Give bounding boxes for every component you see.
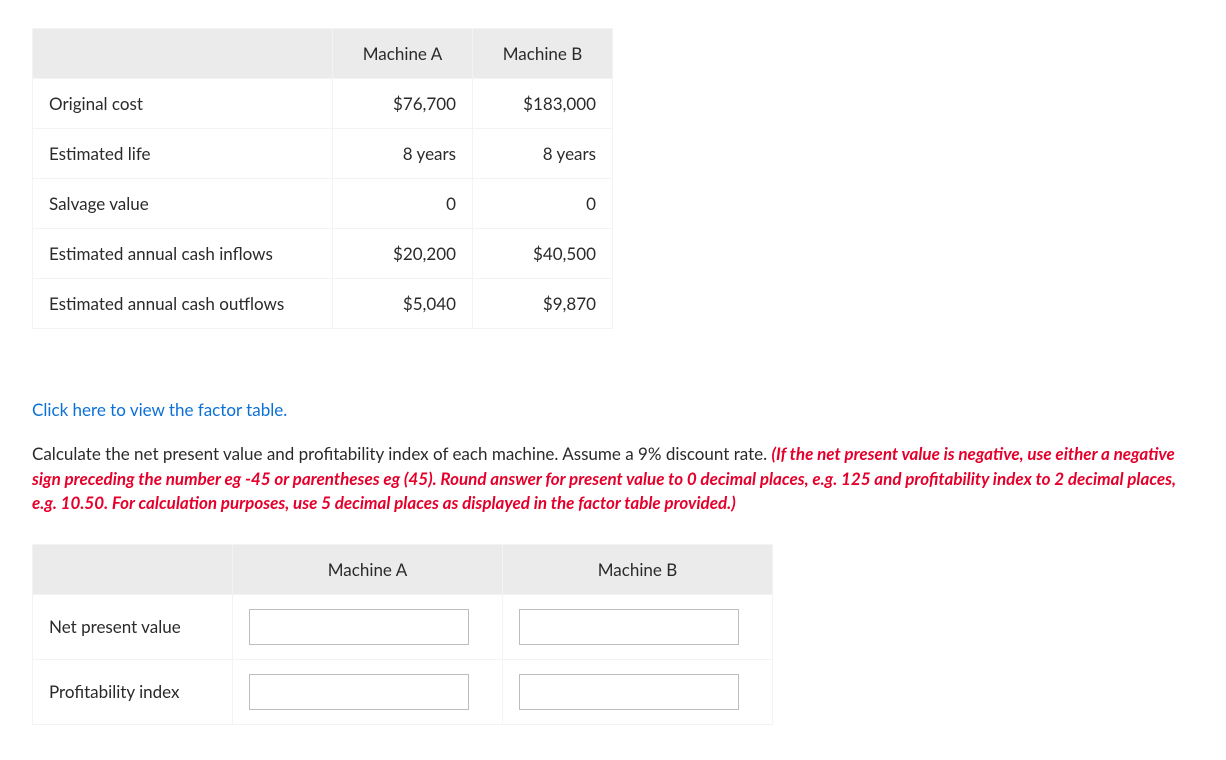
- cell-value: 0: [333, 179, 473, 229]
- row-label-pi: Profitability index: [33, 659, 233, 724]
- row-label: Original cost: [33, 79, 333, 129]
- cell-value: 8 years: [473, 129, 613, 179]
- table-row: Profitability index: [33, 659, 773, 724]
- machine-data-table: Machine A Machine B Original cost $76,70…: [32, 28, 613, 329]
- table-row: Estimated annual cash outflows $5,040 $9…: [33, 279, 613, 329]
- pi-machine-a-input[interactable]: [249, 674, 469, 710]
- cell-value: $40,500: [473, 229, 613, 279]
- cell-value: $9,870: [473, 279, 613, 329]
- answer-cell: [233, 594, 503, 659]
- answer-cell: [503, 659, 773, 724]
- answer-table: Machine A Machine B Net present value Pr…: [32, 544, 773, 725]
- row-label: Estimated annual cash outflows: [33, 279, 333, 329]
- table-row: Salvage value 0 0: [33, 179, 613, 229]
- row-label: Estimated annual cash inflows: [33, 229, 333, 279]
- table-row: Estimated annual cash inflows $20,200 $4…: [33, 229, 613, 279]
- blank-header: [33, 544, 233, 594]
- cell-value: $20,200: [333, 229, 473, 279]
- factor-table-link[interactable]: Click here to view the factor table.: [32, 399, 287, 420]
- blank-header: [33, 29, 333, 79]
- row-label: Salvage value: [33, 179, 333, 229]
- cell-value: $5,040: [333, 279, 473, 329]
- cell-value: 0: [473, 179, 613, 229]
- col-header-machine-a: Machine A: [333, 29, 473, 79]
- cell-value: $183,000: [473, 79, 613, 129]
- answer-col-header-machine-a: Machine A: [233, 544, 503, 594]
- table-row: Original cost $76,700 $183,000: [33, 79, 613, 129]
- answer-col-header-machine-b: Machine B: [503, 544, 773, 594]
- row-label-npv: Net present value: [33, 594, 233, 659]
- pi-machine-b-input[interactable]: [519, 674, 739, 710]
- factor-table-link-line: Click here to view the factor table.: [32, 399, 1194, 420]
- row-label: Estimated life: [33, 129, 333, 179]
- cell-value: 8 years: [333, 129, 473, 179]
- instruction-plain: Calculate the net present value and prof…: [32, 443, 772, 464]
- npv-machine-a-input[interactable]: [249, 609, 469, 645]
- table-row: Net present value: [33, 594, 773, 659]
- cell-value: $76,700: [333, 79, 473, 129]
- table-row: Estimated life 8 years 8 years: [33, 129, 613, 179]
- col-header-machine-b: Machine B: [473, 29, 613, 79]
- answer-cell: [503, 594, 773, 659]
- instruction-text: Calculate the net present value and prof…: [32, 442, 1192, 516]
- npv-machine-b-input[interactable]: [519, 609, 739, 645]
- answer-cell: [233, 659, 503, 724]
